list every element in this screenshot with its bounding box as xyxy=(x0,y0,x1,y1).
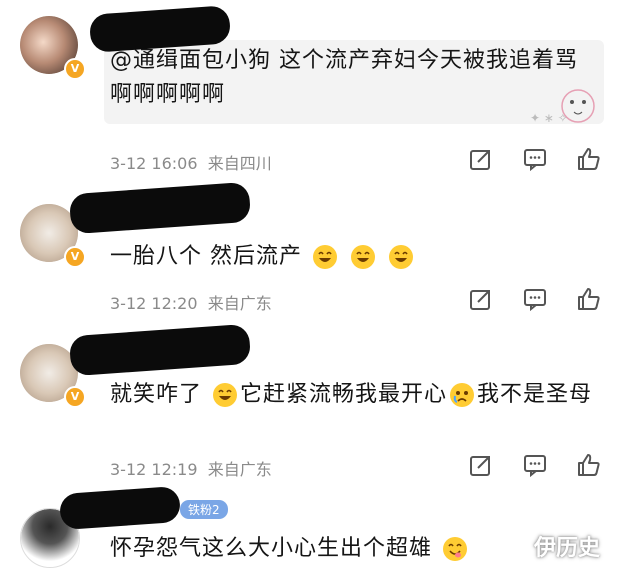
comment-text: 怀孕怨气这么大小心生出个超雄 xyxy=(110,532,470,566)
comment-date: 3-12 12:20 xyxy=(110,294,198,313)
redacted-username xyxy=(58,485,182,531)
like-icon[interactable] xyxy=(576,286,602,312)
comment-text: @通缉面包小狗 这个流产弃妇今天被我追着骂啊啊啊啊啊 xyxy=(110,48,579,107)
comment-meta: 3-12 12:19 来自广东 xyxy=(110,456,272,480)
crying-emoji-icon xyxy=(450,383,475,407)
mention-link[interactable]: @通缉面包小狗 xyxy=(110,48,271,73)
comment-location: 来自四川 xyxy=(207,154,272,173)
repost-icon[interactable] xyxy=(468,146,494,172)
repost-icon[interactable] xyxy=(468,452,494,478)
comment-text: 就笑咋了 它赶紧流畅我最开心 我不是圣母 xyxy=(110,382,593,407)
redacted-username xyxy=(68,181,252,235)
grin-emoji-icon xyxy=(351,245,375,269)
like-icon[interactable] xyxy=(576,452,602,478)
svg-text:✦ ∗ ✧: ✦ ∗ ✧ xyxy=(530,111,568,125)
comment-text: 一胎八个 然后流产 xyxy=(110,240,416,274)
comment-icon[interactable] xyxy=(522,146,548,172)
comment-icon[interactable] xyxy=(522,286,548,312)
comment-meta: 3-12 12:20 来自广东 xyxy=(110,290,272,314)
verified-badge-icon: V xyxy=(64,386,86,408)
comment-actions xyxy=(468,146,602,172)
comment-meta: 3-12 16:06 来自四川 xyxy=(110,150,272,174)
fan-level-badge: 铁粉2 xyxy=(180,500,228,519)
redacted-username xyxy=(68,323,252,377)
like-icon[interactable] xyxy=(576,146,602,172)
comment-date: 3-12 16:06 xyxy=(110,154,198,173)
comment-actions xyxy=(468,286,602,312)
repost-icon[interactable] xyxy=(468,286,494,312)
comment-date: 3-12 12:19 xyxy=(110,460,198,479)
comment-actions xyxy=(468,452,602,478)
sticker-decoration-icon: ✦ ∗ ✧ xyxy=(530,89,595,125)
grin-emoji-icon xyxy=(213,383,238,407)
comment-location: 来自广东 xyxy=(207,460,272,479)
comment-location: 来自广东 xyxy=(207,294,272,313)
grin-emoji-icon xyxy=(313,245,337,269)
verified-badge-icon: V xyxy=(64,58,86,80)
verified-badge-icon: V xyxy=(64,246,86,268)
grin-emoji-icon xyxy=(389,245,413,269)
watermark: 伊历史 xyxy=(533,536,600,561)
yum-emoji-icon xyxy=(443,537,468,561)
comment-icon[interactable] xyxy=(522,452,548,478)
